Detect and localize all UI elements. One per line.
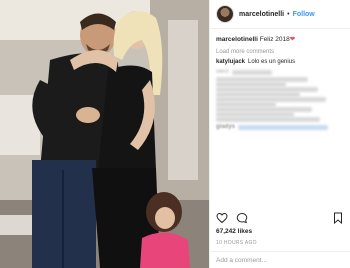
avatar[interactable] [216, 5, 234, 23]
bookmark-icon[interactable] [332, 212, 344, 224]
post-timestamp[interactable]: 10 HOURS AGO [216, 240, 257, 246]
comments-section: marcelotinelli Feliz 2018❤ Load more com… [210, 29, 350, 195]
comment-row: vero [216, 67, 344, 77]
comment-bubble-icon[interactable] [236, 212, 248, 224]
post-header: marcelotinelli • Follow [210, 0, 350, 29]
load-more-comments-button[interactable]: Load more comments [216, 47, 344, 57]
add-comment-bar [210, 251, 350, 268]
add-comment-input[interactable] [216, 256, 336, 264]
caption-username[interactable]: marcelotinelli [216, 36, 258, 43]
comment-text: Lolo es un genius [248, 59, 296, 65]
comment-row: gladys [216, 122, 344, 132]
photo-illustration [0, 0, 209, 268]
post-photo[interactable] [0, 0, 209, 268]
likes-count[interactable]: 67,242 likes [216, 228, 252, 235]
header-separator: • [287, 10, 290, 18]
caption: marcelotinelli Feliz 2018❤ [216, 35, 344, 45]
follow-button[interactable]: Follow [293, 11, 315, 18]
comment-username[interactable]: katylujack [216, 57, 245, 67]
comment-row: katylujack Lolo es un genius [216, 57, 344, 67]
post-sidebar: marcelotinelli • Follow marcelotinelli F… [209, 0, 350, 268]
comment-username[interactable]: gladys [216, 122, 235, 132]
comment-username[interactable]: vero [216, 67, 229, 77]
blurred-comment-text [238, 124, 329, 130]
action-bar [216, 210, 344, 226]
heart-emoji: ❤ [289, 36, 296, 43]
blurred-comment-text [231, 69, 272, 75]
caption-text: Feliz 2018 [259, 36, 290, 43]
instagram-post: marcelotinelli • Follow marcelotinelli F… [0, 0, 350, 268]
heart-outline-icon[interactable] [216, 212, 228, 224]
header-username[interactable]: marcelotinelli [239, 11, 284, 18]
